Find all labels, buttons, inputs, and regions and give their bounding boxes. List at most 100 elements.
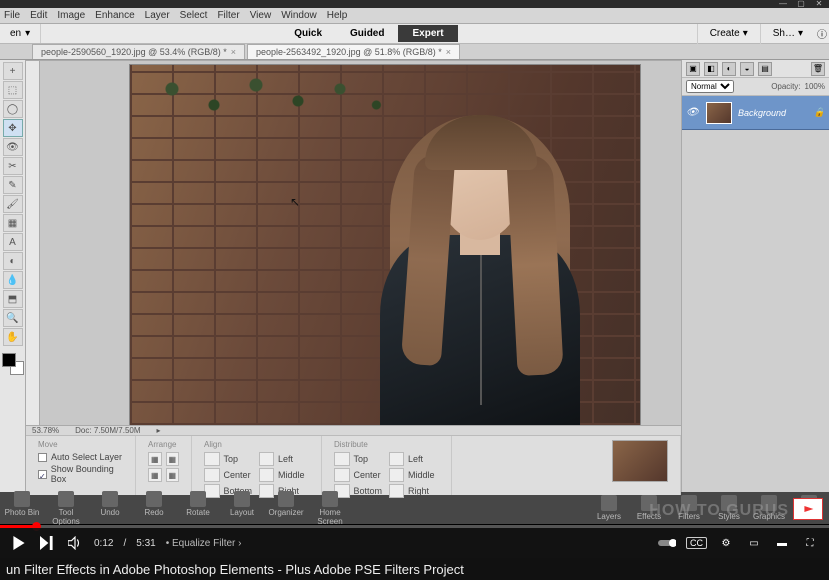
create-button[interactable]: Create▾ xyxy=(697,24,760,44)
auto-select-label: Auto Select Layer xyxy=(51,452,122,462)
panel-icon[interactable]: ▣ xyxy=(686,62,700,76)
play-button[interactable] xyxy=(10,534,28,552)
bottom-layout[interactable]: Layout xyxy=(220,491,264,526)
menu-file[interactable]: File xyxy=(4,10,20,21)
menu-image[interactable]: Image xyxy=(57,10,85,21)
foreground-color-swatch[interactable] xyxy=(2,353,16,367)
panel-icon[interactable]: ◒ xyxy=(740,62,754,76)
doc-size: Doc: 7.50M/7.50M xyxy=(75,426,140,435)
tool-button[interactable]: ◯ xyxy=(3,100,23,118)
document-image[interactable]: ↖ xyxy=(130,65,640,425)
bottom-redo[interactable]: Redo xyxy=(132,491,176,526)
menu-help[interactable]: Help xyxy=(327,10,348,21)
align-middle-button[interactable] xyxy=(389,468,405,482)
layer-thumb[interactable] xyxy=(706,102,732,124)
tool-button[interactable]: 💧 xyxy=(3,271,23,289)
mode-tab-expert[interactable]: Expert xyxy=(398,25,457,42)
mode-tab-quick[interactable]: Quick xyxy=(280,25,336,42)
trash-icon[interactable]: 🗑 xyxy=(811,62,825,76)
bottom-home-screen[interactable]: Home Screen xyxy=(308,491,352,526)
bottom-organizer[interactable]: Organizer xyxy=(264,491,308,526)
close-tab-icon[interactable]: × xyxy=(446,47,451,57)
bounding-box-checkbox[interactable] xyxy=(38,470,47,479)
tool-button[interactable]: + xyxy=(3,62,23,80)
align-right-button[interactable] xyxy=(389,484,405,498)
arrange-forward-button[interactable]: ▦ xyxy=(148,468,162,482)
menu-layer[interactable]: Layer xyxy=(145,10,170,21)
bottom-layers[interactable]: Layers xyxy=(589,495,629,521)
menu-view[interactable]: View xyxy=(250,10,272,21)
tool-button[interactable]: ▦ xyxy=(3,214,23,232)
menu-enhance[interactable]: Enhance xyxy=(95,10,134,21)
next-button[interactable] xyxy=(38,534,56,552)
visibility-icon[interactable]: 👁 xyxy=(686,107,700,118)
tool-button[interactable]: 👁 xyxy=(3,138,23,156)
bottom-tool-options[interactable]: Tool Options xyxy=(44,491,88,526)
bottom-undo[interactable]: Undo xyxy=(88,491,132,526)
canvas-area: 0102030405060708090100110118 xyxy=(26,60,681,492)
tool-button[interactable]: ⬒ xyxy=(3,290,23,308)
layer-row[interactable]: 👁 Background 🔒 xyxy=(682,96,829,130)
lang-dropdown[interactable]: en ▾ xyxy=(0,24,41,43)
arrange-back-button[interactable]: ▦ xyxy=(166,452,180,466)
panel-icon[interactable]: ◧ xyxy=(704,62,718,76)
mode-tab-guided[interactable]: Guided xyxy=(336,25,398,42)
close-icon[interactable]: ✕ xyxy=(813,1,825,7)
align-left-button[interactable] xyxy=(259,452,275,466)
layer-thumbnail-preview[interactable] xyxy=(612,440,668,482)
menubar: File Edit Image Enhance Layer Select Filter Vie… xyxy=(0,8,829,24)
document-tab[interactable]: people-2563492_1920.jpg @ 51.8% (RGB/8) … xyxy=(247,44,460,59)
theater-icon[interactable]: ▬ xyxy=(773,534,791,552)
tool-button[interactable]: ⬚ xyxy=(3,81,23,99)
tool-button[interactable]: 🔍 xyxy=(3,309,23,327)
chapter-label[interactable]: Equalize Filter xyxy=(172,538,235,549)
menu-select[interactable]: Select xyxy=(180,10,208,21)
mode-bar: en ▾ QuickGuidedExpert Create▾Sh…▾ ⓘ xyxy=(0,24,829,44)
tool-button[interactable]: ✂ xyxy=(3,157,23,175)
bottom-photo-bin[interactable]: Photo Bin xyxy=(0,491,44,526)
distribute-header: Distribute xyxy=(334,440,439,449)
settings-icon[interactable]: ⚙ xyxy=(717,534,735,552)
align-top-button[interactable] xyxy=(204,452,220,466)
autoplay-toggle[interactable] xyxy=(658,534,676,552)
tool-button[interactable]: ✋ xyxy=(3,328,23,346)
blend-mode-select[interactable]: Normal xyxy=(686,80,734,93)
volume-button[interactable] xyxy=(66,534,84,552)
panel-icon[interactable]: ◐ xyxy=(722,62,736,76)
close-tab-icon[interactable]: × xyxy=(231,47,236,57)
fullscreen-icon[interactable]: ⛶ xyxy=(801,534,819,552)
info-icon[interactable]: ⓘ xyxy=(815,26,829,41)
miniplayer-icon[interactable]: ▭ xyxy=(745,534,763,552)
document-tabs: people-2590560_1920.jpg @ 53.4% (RGB/8) … xyxy=(0,44,829,60)
bottom-rotate[interactable]: Rotate xyxy=(176,491,220,526)
maximize-icon[interactable]: ▢ xyxy=(795,1,807,7)
opacity-label: Opacity: xyxy=(771,82,800,91)
arrange-header: Arrange xyxy=(148,440,179,449)
captions-button[interactable]: CC xyxy=(686,537,707,549)
align-center-button[interactable] xyxy=(334,468,350,482)
sh-button[interactable]: Sh…▾ xyxy=(760,24,815,44)
tool-button[interactable]: 🖌 xyxy=(3,195,23,213)
subscribe-button[interactable] xyxy=(793,498,823,520)
menu-filter[interactable]: Filter xyxy=(217,10,239,21)
tool-button[interactable]: ✥ xyxy=(3,119,23,137)
document-tab[interactable]: people-2590560_1920.jpg @ 53.4% (RGB/8) … xyxy=(32,44,245,59)
opacity-value[interactable]: 100% xyxy=(805,82,825,91)
align-middle-button[interactable] xyxy=(259,468,275,482)
align-top-button[interactable] xyxy=(334,452,350,466)
arrange-front-button[interactable]: ▦ xyxy=(148,452,162,466)
tool-button[interactable]: ◐ xyxy=(3,252,23,270)
menu-window[interactable]: Window xyxy=(281,10,317,21)
viewport[interactable]: ↖ xyxy=(40,61,681,425)
tool-button[interactable]: ✎ xyxy=(3,176,23,194)
chevron-right-icon[interactable]: ▸ xyxy=(157,426,161,435)
menu-edit[interactable]: Edit xyxy=(30,10,47,21)
align-left-button[interactable] xyxy=(389,452,405,466)
arrange-backward-button[interactable]: ▦ xyxy=(166,468,180,482)
panel-icon[interactable]: ▤ xyxy=(758,62,772,76)
auto-select-checkbox[interactable] xyxy=(38,453,47,462)
tool-button[interactable]: A xyxy=(3,233,23,251)
minimize-icon[interactable]: — xyxy=(777,1,789,7)
align-center-button[interactable] xyxy=(204,468,220,482)
color-swatches[interactable] xyxy=(2,353,24,375)
